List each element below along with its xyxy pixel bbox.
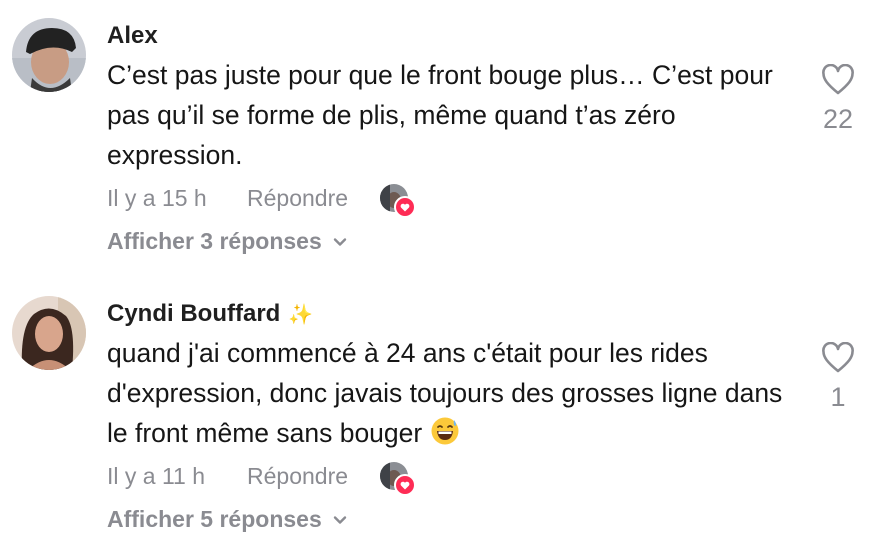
chevron-down-icon xyxy=(333,515,346,524)
comment-time: Il y a 11 h xyxy=(107,462,206,489)
view-replies-label: Afficher 5 réponses xyxy=(107,506,322,532)
chevron-down-icon xyxy=(333,237,346,246)
sparkle-icon: ✨ xyxy=(288,304,314,326)
grinning-sweat-emoji xyxy=(431,417,459,445)
like-button[interactable]: 22 xyxy=(810,64,866,135)
heart-outline-icon xyxy=(822,64,854,95)
avatar[interactable] xyxy=(12,296,86,370)
like-count: 22 xyxy=(822,104,854,134)
heart-badge-icon xyxy=(394,196,417,218)
view-replies-label: Afficher 3 réponses xyxy=(107,228,322,254)
like-button[interactable]: 1 xyxy=(810,342,866,413)
heart-badge-icon xyxy=(394,474,417,496)
comment-username[interactable]: Alex xyxy=(107,22,158,50)
reply-button[interactable]: Répondre xyxy=(247,463,348,490)
username-label: Cyndi Bouffard xyxy=(107,300,281,327)
like-count: 1 xyxy=(830,382,846,412)
comment-text: quand j'ai commencé à 24 ans c'était pou… xyxy=(107,333,797,453)
heart-outline-icon xyxy=(822,342,854,373)
comment-time: Il y a 15 h xyxy=(107,184,207,211)
view-replies-button[interactable]: Afficher 3 réponses xyxy=(107,228,348,255)
comment-text: C’est pas juste pour que le front bouge … xyxy=(107,60,773,170)
comment-meta: Il y a 11 h Répondre xyxy=(107,460,417,496)
creator-liked-indicator xyxy=(380,184,417,218)
view-replies-button[interactable]: Afficher 5 réponses xyxy=(107,506,348,533)
avatar[interactable] xyxy=(12,18,86,92)
comment-username[interactable]: Cyndi Bouffard ✨ xyxy=(107,300,313,328)
creator-liked-indicator xyxy=(380,462,417,496)
reply-button[interactable]: Répondre xyxy=(247,185,348,212)
comment-meta: Il y a 15 h Répondre xyxy=(107,182,417,218)
